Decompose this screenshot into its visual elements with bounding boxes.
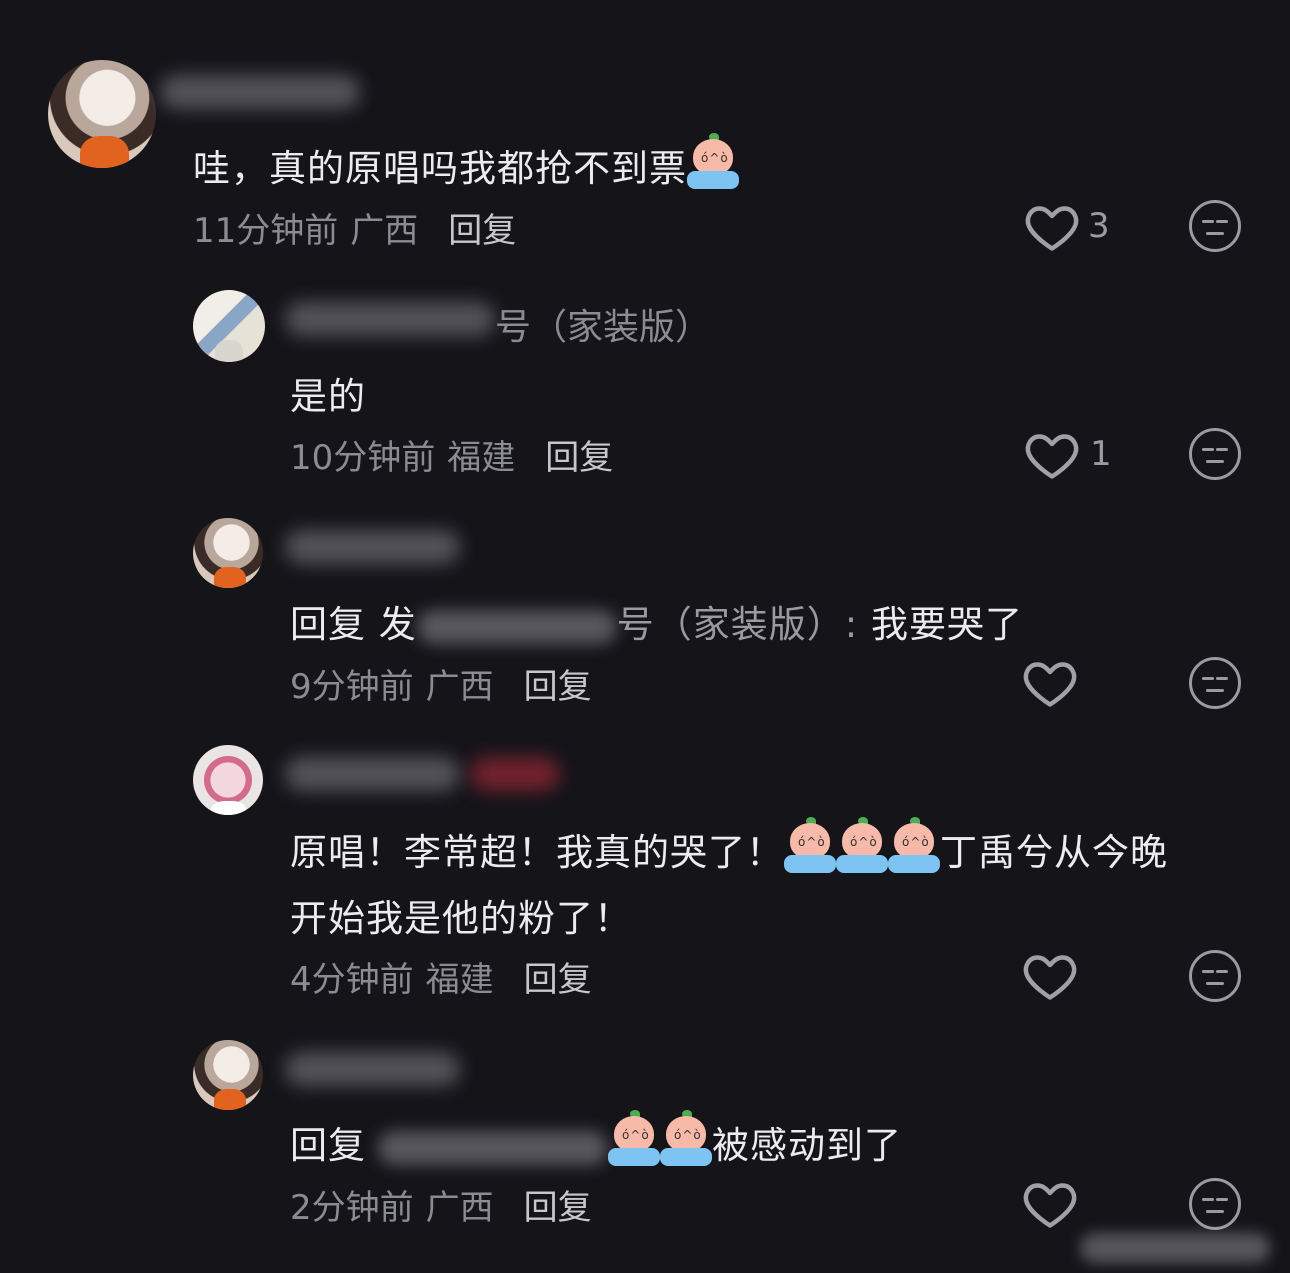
dislike-icon[interactable] bbox=[1189, 1178, 1241, 1230]
crying-peach-emoji: ó^ò bbox=[888, 817, 940, 873]
crying-peach-emoji: ó^ò bbox=[836, 817, 888, 873]
location: 广西 bbox=[425, 1188, 494, 1228]
crying-peach-emoji: ó^ò bbox=[687, 133, 739, 189]
timestamp: 2分钟前 bbox=[290, 1188, 414, 1228]
reply-button[interactable]: 回复 bbox=[524, 960, 592, 1000]
username-blurred[interactable] bbox=[285, 1052, 460, 1086]
watermark bbox=[1080, 1233, 1270, 1263]
like-count: 1 bbox=[1090, 434, 1112, 474]
location: 福建 bbox=[447, 438, 516, 478]
comment-meta: 11分钟前 广西 回复 bbox=[193, 203, 516, 252]
avatar[interactable] bbox=[193, 290, 265, 362]
crying-peach-emoji: ó^ò bbox=[660, 1110, 712, 1166]
comment-text: 回复 ó^ò ó^ò 被感动到了 bbox=[290, 1110, 902, 1169]
dislike-icon[interactable] bbox=[1189, 428, 1241, 480]
like-count: 3 bbox=[1088, 206, 1110, 246]
avatar[interactable] bbox=[193, 1040, 263, 1110]
timestamp: 10分钟前 bbox=[290, 438, 436, 478]
timestamp: 11分钟前 bbox=[193, 211, 339, 251]
dislike-icon[interactable] bbox=[1189, 200, 1241, 252]
timestamp: 9分钟前 bbox=[290, 667, 414, 707]
comment-meta: 4分钟前 福建 回复 bbox=[290, 952, 592, 1001]
avatar[interactable] bbox=[48, 60, 156, 168]
location: 广西 bbox=[350, 211, 419, 251]
location: 广西 bbox=[425, 667, 494, 707]
dislike-icon[interactable] bbox=[1189, 950, 1241, 1002]
crying-peach-emoji: ó^ò bbox=[608, 1110, 660, 1166]
username-blurred[interactable] bbox=[285, 757, 460, 791]
reply-button[interactable]: 回复 bbox=[448, 211, 516, 251]
username-tail: 号（家装版） bbox=[495, 307, 712, 348]
badge-blurred bbox=[470, 757, 560, 791]
heart-icon[interactable] bbox=[1020, 652, 1080, 712]
username-blurred[interactable] bbox=[285, 530, 460, 564]
timestamp: 4分钟前 bbox=[290, 960, 414, 1000]
comment-meta: 2分钟前 广西 回复 bbox=[290, 1180, 592, 1229]
avatar[interactable] bbox=[193, 518, 263, 588]
mention-blurred[interactable] bbox=[378, 1130, 608, 1165]
heart-icon[interactable] bbox=[1022, 196, 1082, 256]
comment-text: 回复 发号（家装版）: 我要哭了 bbox=[290, 603, 1023, 646]
comment-text-line2: 开始我是他的粉了！ bbox=[290, 897, 632, 940]
comment-text: 原唱！李常超！我真的哭了！ ó^ò ó^ò ó^ò 丁禹兮从今晚 bbox=[290, 817, 1168, 876]
crying-peach-emoji: ó^ò bbox=[784, 817, 836, 873]
dislike-icon[interactable] bbox=[1189, 657, 1241, 709]
comment-text: 是的 bbox=[290, 375, 366, 418]
username-blurred[interactable] bbox=[160, 75, 360, 109]
reply-button[interactable]: 回复 bbox=[524, 667, 592, 707]
comment-text: 哇，真的原唱吗我都抢不到票 ó^ò bbox=[193, 133, 739, 192]
comment-meta: 10分钟前 福建 回复 bbox=[290, 430, 613, 479]
location: 福建 bbox=[425, 960, 494, 1000]
heart-icon[interactable] bbox=[1020, 945, 1080, 1005]
comment-meta: 9分钟前 广西 回复 bbox=[290, 659, 592, 708]
heart-icon[interactable] bbox=[1022, 424, 1082, 484]
reply-button[interactable]: 回复 bbox=[545, 438, 613, 478]
avatar[interactable] bbox=[193, 745, 263, 815]
mention-blurred[interactable] bbox=[416, 609, 617, 644]
heart-icon[interactable] bbox=[1020, 1173, 1080, 1233]
reply-button[interactable]: 回复 bbox=[524, 1188, 592, 1228]
username-blurred[interactable] bbox=[285, 302, 495, 336]
